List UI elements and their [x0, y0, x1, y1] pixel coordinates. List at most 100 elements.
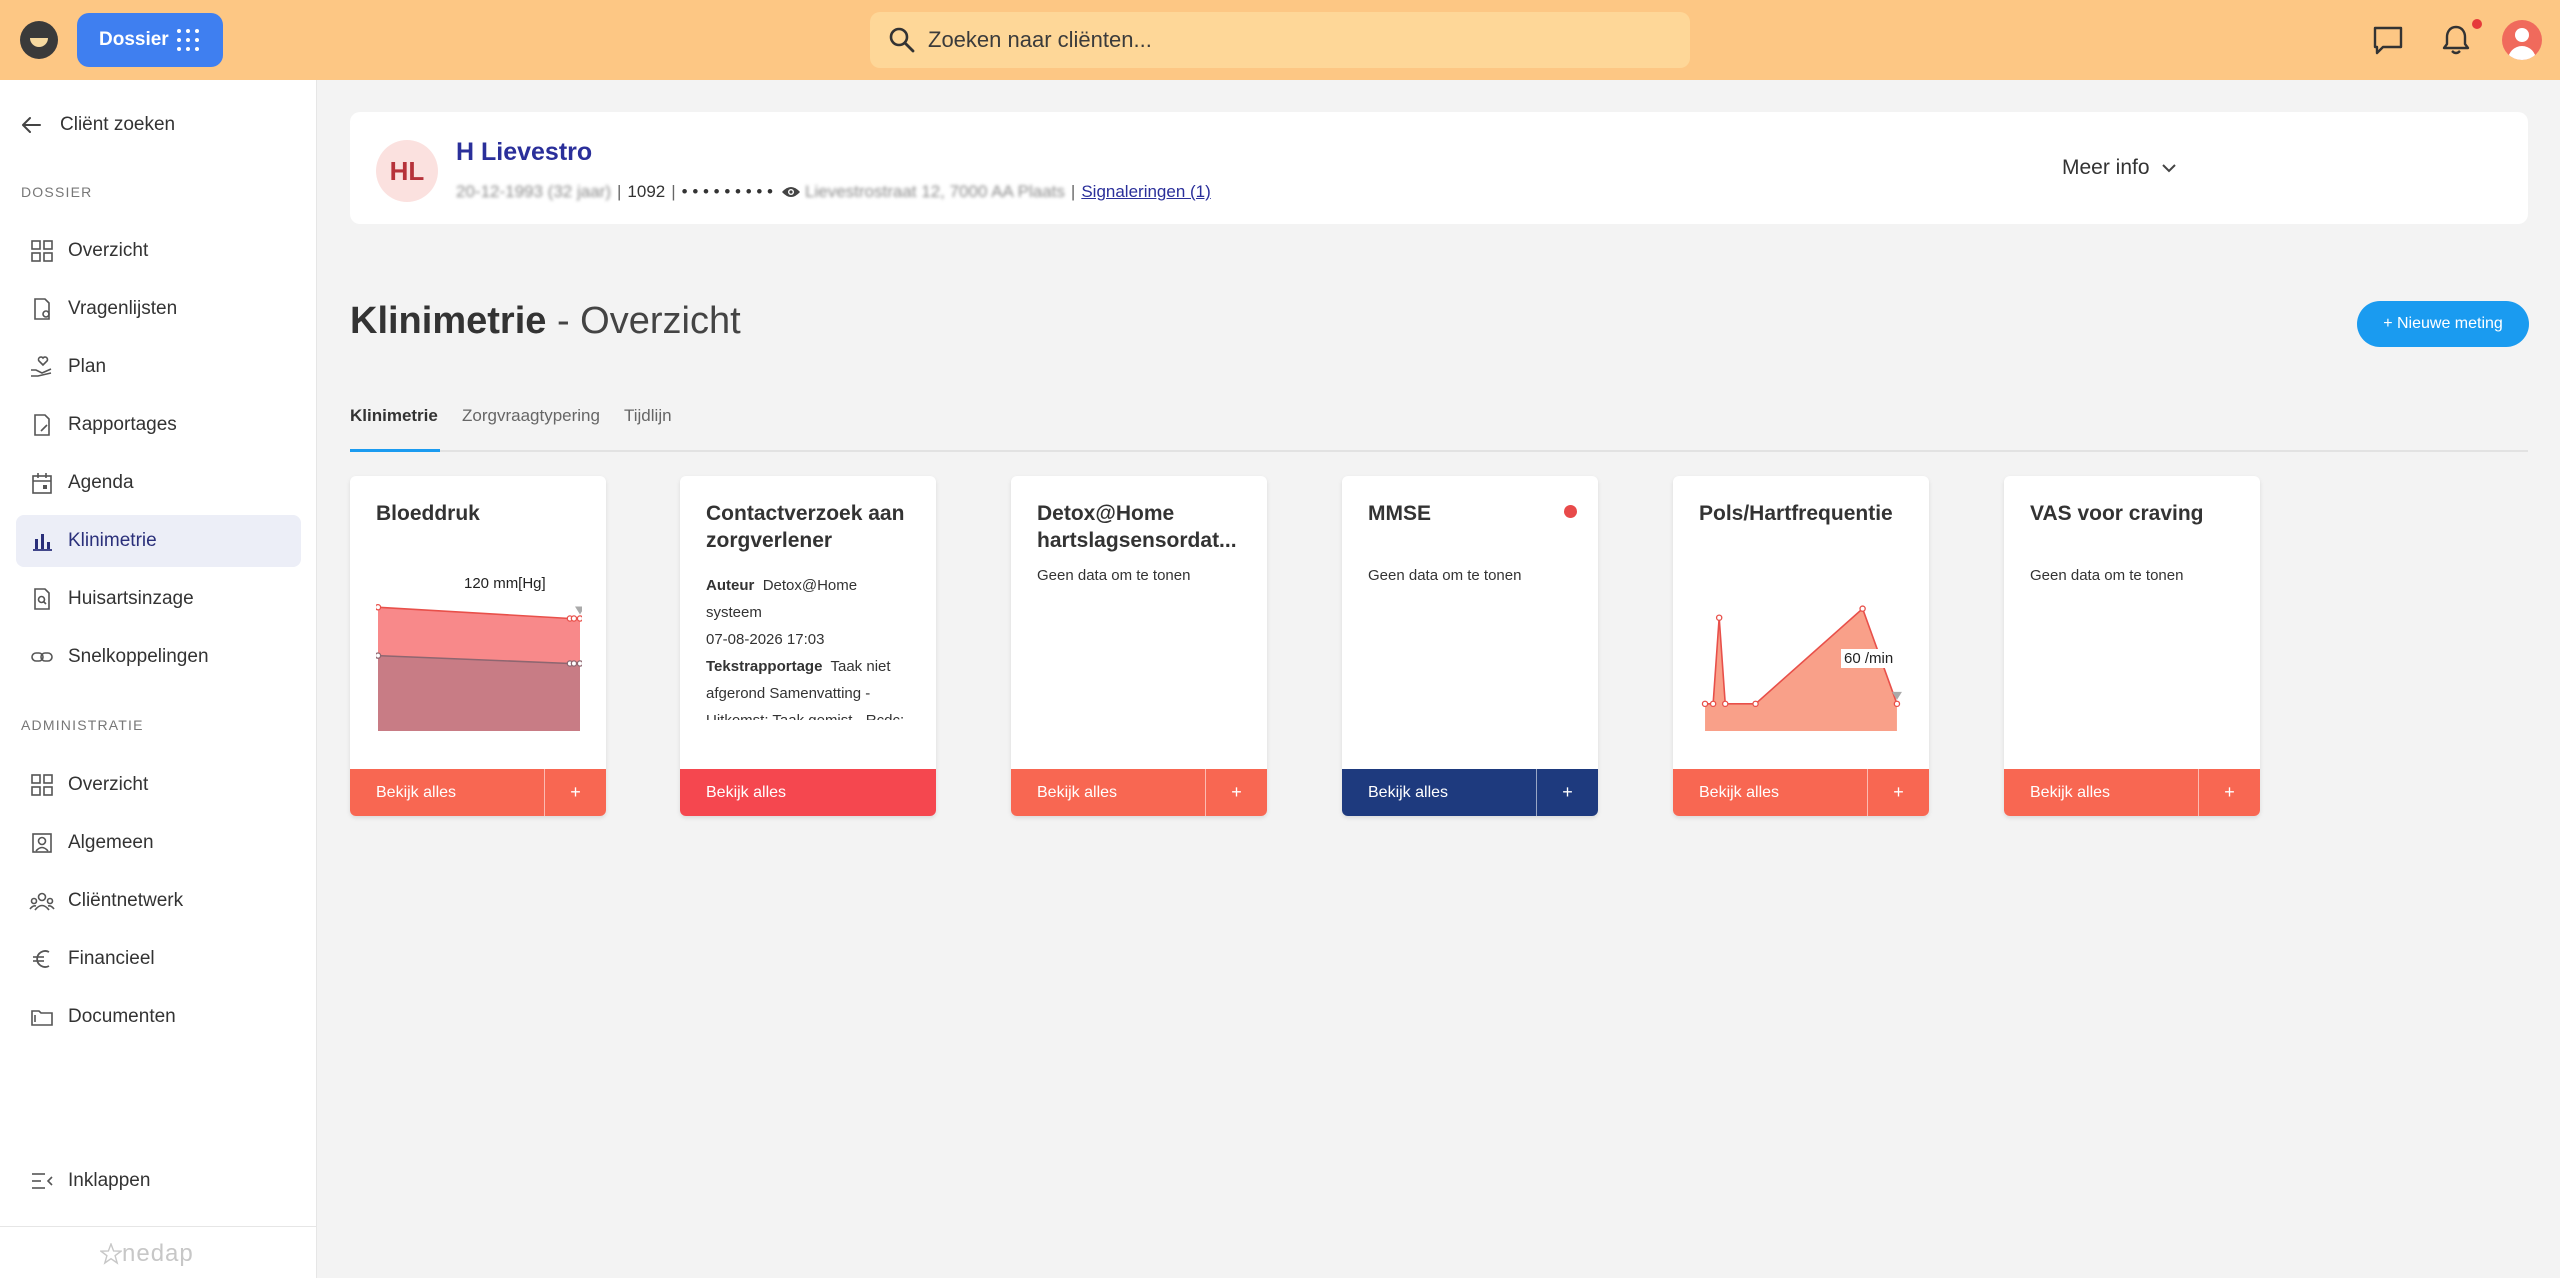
- meer-info-button[interactable]: Meer info: [2062, 156, 2178, 180]
- card-footer: Bekijk alles +: [350, 769, 606, 816]
- new-measurement-button[interactable]: + Nieuwe meting: [2357, 301, 2529, 347]
- client-bsn-masked: • • • • • • • • •: [681, 182, 774, 201]
- user-avatar-icon[interactable]: [2502, 20, 2542, 60]
- client-address: Lievestrostraat 12, 7000 AA Plaats: [805, 182, 1065, 201]
- sidebar-divider: [0, 1226, 317, 1227]
- nedap-logo: nedap: [100, 1240, 194, 1268]
- grid-icon: [28, 771, 56, 799]
- nedap-star-icon: [100, 1243, 122, 1265]
- bekijk-alles-button[interactable]: Bekijk alles: [1011, 769, 1205, 816]
- card-title: Bloeddruk: [376, 502, 480, 525]
- card-footer: Bekijk alles +: [1011, 769, 1267, 816]
- data-point: [570, 660, 578, 667]
- collapse-icon: [28, 1167, 56, 1195]
- data-point: [576, 615, 582, 622]
- dossier-button[interactable]: Dossier: [77, 13, 223, 67]
- sidebar-item-overzicht[interactable]: Overzicht: [16, 225, 301, 277]
- back-to-client-search[interactable]: Cliënt zoeken: [20, 110, 175, 140]
- tab-bar: Klinimetrie Zorgvraagtypering Tijdlijn: [350, 398, 2528, 452]
- card-footer: Bekijk alles +: [2004, 769, 2260, 816]
- add-measurement-button[interactable]: +: [544, 769, 606, 816]
- bar-chart-icon: [28, 527, 56, 555]
- sidebar-item-rapportages[interactable]: Rapportages: [16, 399, 301, 451]
- card-pols-hartfrequentie: Pols/Hartfrequentie 60 /min Bekijk alles…: [1673, 476, 1929, 816]
- add-measurement-button[interactable]: +: [1867, 769, 1929, 816]
- apps-grid-icon: [177, 29, 199, 51]
- bekijk-alles-button[interactable]: Bekijk alles: [2004, 769, 2198, 816]
- sidebar-item-label: Rapportages: [68, 414, 177, 435]
- sidebar-item-label: Overzicht: [68, 240, 149, 261]
- sidebar-item-label: Huisartsinzage: [68, 588, 194, 609]
- add-measurement-button[interactable]: +: [1536, 769, 1598, 816]
- chart-value-label: 60 /min: [1841, 649, 1897, 668]
- network-icon: [28, 887, 56, 915]
- card-footer: Bekijk alles: [680, 769, 936, 816]
- search-input[interactable]: [928, 12, 1668, 68]
- card-report-body: Auteur Detox@Home systeem 07-08-2026 17:…: [706, 572, 916, 720]
- latest-value-marker: [575, 606, 582, 615]
- logo-icon[interactable]: [20, 21, 58, 59]
- sidebar-item-clientnetwerk[interactable]: Cliëntnetwerk: [16, 875, 301, 927]
- chart-value-label: 120 mm[Hg]: [461, 574, 549, 593]
- sidebar-item-vragenlijsten[interactable]: Vragenlijsten: [16, 283, 301, 335]
- collapse-sidebar-button[interactable]: Inklappen: [16, 1155, 301, 1207]
- sidebar-item-label: Plan: [68, 356, 107, 377]
- chat-icon[interactable]: [2370, 22, 2406, 58]
- sidebar-item-huisartsinzage[interactable]: Huisartsinzage: [16, 573, 301, 625]
- sidebar-item-label: Financieel: [68, 948, 155, 969]
- sidebar-item-plan[interactable]: Plan: [16, 341, 301, 393]
- client-number: 1092: [627, 182, 666, 201]
- sidebar-item-label: Algemeen: [68, 832, 154, 853]
- arrow-left-icon: [22, 117, 41, 133]
- sidebar-item-admin-overzicht[interactable]: Overzicht: [16, 759, 301, 811]
- link-icon: [28, 643, 56, 671]
- add-measurement-button[interactable]: +: [1205, 769, 1267, 816]
- card-title: Detox@Home hartslagsensordat...: [1037, 502, 1237, 552]
- sidebar-item-agenda[interactable]: Agenda: [16, 457, 301, 509]
- add-measurement-button[interactable]: +: [2198, 769, 2260, 816]
- bekijk-alles-button[interactable]: Bekijk alles: [680, 769, 936, 816]
- eye-icon[interactable]: [781, 185, 801, 199]
- nedap-brand: nedap: [122, 1240, 194, 1267]
- card-bloeddruk: Bloeddruk 120 mm[Hg] Bekijk alles +: [350, 476, 606, 816]
- client-search: [870, 12, 1690, 68]
- report-datetime: 07-08-2026 17:03: [706, 631, 825, 648]
- search-icon: [889, 27, 915, 53]
- bell-icon[interactable]: [2438, 22, 2474, 58]
- sidebar: Cliënt zoeken DOSSIER Overzicht Vragenli…: [0, 80, 317, 1278]
- bekijk-alles-button[interactable]: Bekijk alles: [1673, 769, 1867, 816]
- sidebar-item-snelkoppelingen[interactable]: Snelkoppelingen: [16, 631, 301, 683]
- client-header: HL H Lievestro 20-12-1993 (32 jaar) | 10…: [350, 112, 2528, 224]
- data-point: [576, 660, 582, 667]
- meer-info-label: Meer info: [2062, 156, 2150, 179]
- hand-heart-icon: [28, 353, 56, 381]
- page-title: Klinimetrie - Overzicht: [350, 300, 741, 343]
- sidebar-item-algemeen[interactable]: Algemeen: [16, 817, 301, 869]
- data-point: [570, 615, 578, 622]
- card-footer: Bekijk alles +: [1673, 769, 1929, 816]
- card-title: Pols/Hartfrequentie: [1699, 502, 1893, 525]
- sidebar-item-label: Overzicht: [68, 774, 149, 795]
- section-title-administratie: ADMINISTRATIE: [21, 717, 144, 733]
- page-title-bold: Klinimetrie: [350, 300, 547, 342]
- sidebar-item-label: Cliëntnetwerk: [68, 890, 184, 911]
- sidebar-item-klinimetrie[interactable]: Klinimetrie: [16, 515, 301, 567]
- sidebar-item-documenten[interactable]: Documenten: [16, 991, 301, 1043]
- tab-klinimetrie[interactable]: Klinimetrie: [350, 406, 438, 426]
- sidebar-item-financieel[interactable]: Financieel: [16, 933, 301, 985]
- notification-badge: [2472, 19, 2482, 29]
- empty-state-text: Geen data om te tonen: [2030, 567, 2184, 584]
- bekijk-alles-button[interactable]: Bekijk alles: [350, 769, 544, 816]
- alert-dot: [1564, 505, 1577, 518]
- bekijk-alles-button[interactable]: Bekijk alles: [1342, 769, 1536, 816]
- data-point: [1752, 700, 1759, 708]
- tab-tijdlijn[interactable]: Tijdlijn: [624, 406, 672, 426]
- signaleringen-link[interactable]: Signaleringen (1): [1081, 182, 1210, 202]
- folder-icon: [28, 1003, 56, 1031]
- client-meta: 20-12-1993 (32 jaar) | 1092 | • • • • • …: [456, 182, 1211, 202]
- data-point: [376, 652, 382, 659]
- card-title: Contactverzoek aan zorgverlener: [706, 502, 905, 552]
- sidebar-item-label: Vragenlijsten: [68, 298, 178, 319]
- card-detox-hartslag: Detox@Home hartslagsensordat... Geen dat…: [1011, 476, 1267, 816]
- tab-zorgvraagtypering[interactable]: Zorgvraagtypering: [462, 406, 600, 426]
